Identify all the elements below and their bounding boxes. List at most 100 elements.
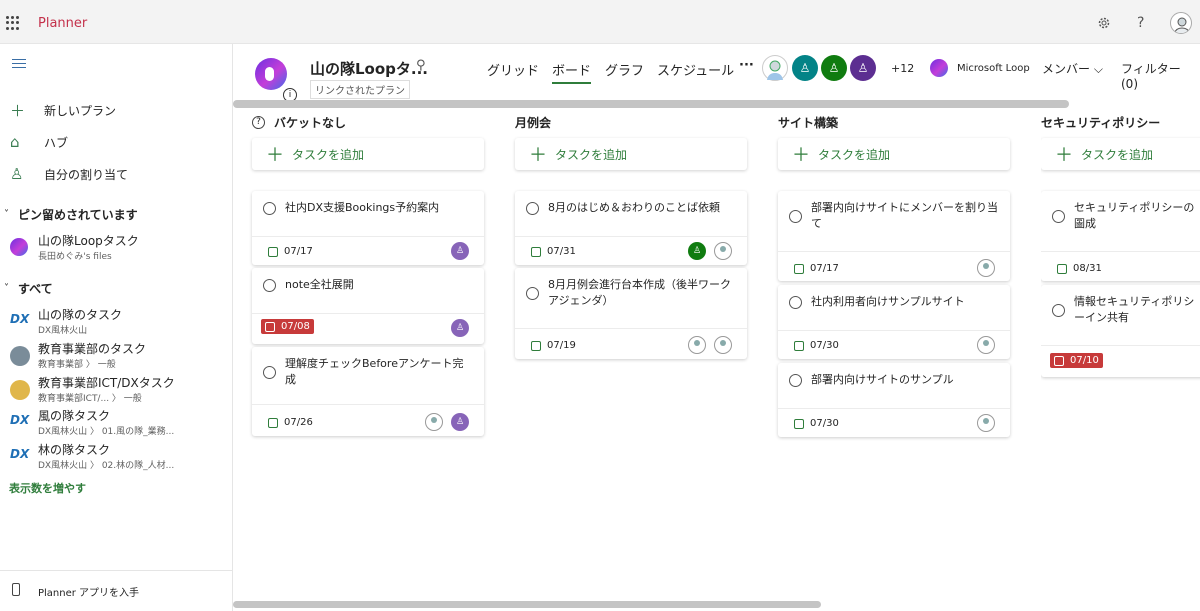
complete-checkbox[interactable]	[263, 366, 276, 379]
add-task-button[interactable]: ＋タスクを追加	[778, 138, 1010, 170]
sidebar-item-hub[interactable]: ⌂ ハブ	[10, 132, 68, 152]
plus-icon: ＋	[10, 101, 26, 120]
sidebar-item-my-assignments[interactable]: ♙ 自分の割り当て	[10, 164, 128, 184]
filter-button[interactable]: フィルター (0)	[1121, 60, 1200, 91]
hamburger-menu-icon[interactable]	[12, 59, 26, 71]
tab-chart[interactable]: グラフ	[605, 60, 644, 79]
complete-checkbox[interactable]	[526, 287, 539, 300]
sidebar-plan[interactable]: 教育事業部ICT/DXタスク 教育事業部ICT/... 〉 一般	[10, 374, 230, 404]
task-title: 8月のはじめ＆おわりのことば依頼	[548, 201, 720, 214]
dx-icon: DX	[10, 447, 30, 461]
member-avatar[interactable]	[762, 55, 788, 81]
member-avatar[interactable]: ♙	[792, 55, 818, 81]
task-card[interactable]: 8月月例会進行台本作成（後半ワークアジェンダ） 07/19	[515, 268, 747, 359]
assignee-avatar[interactable]: ♙	[451, 319, 469, 337]
complete-checkbox[interactable]	[1052, 304, 1065, 317]
assignee-avatar[interactable]	[714, 242, 732, 260]
sidebar-item-new-plan[interactable]: ＋ 新しいプラン	[10, 100, 116, 120]
task-title: 社内利用者向けサンプルサイト	[811, 295, 965, 308]
task-card[interactable]: 部署内向けサイトのサンプル 07/30	[778, 363, 1010, 437]
avatar-icon	[10, 346, 30, 366]
task-title: 部署内向けサイトのサンプル	[811, 373, 954, 386]
complete-checkbox[interactable]	[789, 210, 802, 223]
calendar-icon	[794, 340, 804, 351]
sidebar: ＋ 新しいプラン ⌂ ハブ ♙ 自分の割り当て ˅ ピン留めされています 山の隊…	[0, 44, 233, 611]
task-card[interactable]: 社内DX支援Bookings予約案内 07/17 ♙	[252, 191, 484, 265]
plan-title[interactable]: 山の隊Loopタ...	[310, 58, 428, 79]
assignee-avatar[interactable]: ♙	[451, 242, 469, 260]
assignee-avatar[interactable]: ♙	[688, 242, 706, 260]
plus-icon: ＋	[1055, 145, 1073, 166]
tab-board[interactable]: ボード	[552, 60, 592, 84]
complete-checkbox[interactable]	[789, 296, 802, 309]
due-date: 07/31	[527, 244, 580, 259]
task-card[interactable]: 理解度チェックBeforeアンケート完成 07/26 ♙	[252, 347, 484, 436]
complete-checkbox[interactable]	[263, 279, 276, 292]
avatar-icon	[10, 380, 30, 400]
bucket-column: ? バケットなし ＋タスクを追加 社内DX支援Bookings予約案内 07/17…	[252, 113, 484, 436]
add-task-button[interactable]: ＋タスクを追加	[252, 138, 484, 170]
pinned-section-header[interactable]: ˅ ピン留めされています	[4, 206, 138, 223]
app-launcher-icon[interactable]	[6, 16, 20, 30]
bucket-header[interactable]: 月例会	[515, 113, 747, 131]
assignee-avatar[interactable]	[688, 336, 706, 354]
assignee-avatar[interactable]	[977, 259, 995, 277]
dx-icon: DX	[10, 413, 30, 427]
tab-grid[interactable]: グリッド	[487, 60, 539, 79]
complete-checkbox[interactable]	[789, 374, 802, 387]
bucket-header[interactable]: サイト構築	[778, 113, 1010, 131]
help-icon[interactable]: ?	[1137, 15, 1144, 31]
bucket-header[interactable]: セキュリティポリシー	[1041, 113, 1200, 131]
assignee-avatar[interactable]: ♙	[451, 413, 469, 431]
member-count[interactable]: +12	[891, 62, 914, 75]
complete-checkbox[interactable]	[263, 202, 276, 215]
top-bar: Planner ?	[0, 0, 1200, 44]
more-tabs-icon[interactable]: ···	[739, 58, 754, 73]
task-card[interactable]: 8月のはじめ＆おわりのことば依頼 07/31 ♙	[515, 191, 747, 265]
sidebar-plan[interactable]: 教育事業部のタスク 教育事業部 〉 一般	[10, 340, 230, 370]
assignee-avatar[interactable]	[977, 414, 995, 432]
due-date: 07/26	[264, 415, 317, 430]
task-card[interactable]: note全社展開 07/08 ♙	[252, 268, 484, 344]
sidebar-plan[interactable]: DX 風の隊タスク DX風林火山 〉 01.風の隊_業務...	[10, 407, 230, 437]
calendar-icon	[1054, 355, 1064, 366]
due-date: 07/19	[527, 338, 580, 353]
task-card[interactable]: 情報セキュリティポリシーイン共有 07/10	[1041, 285, 1200, 377]
microsoft-loop-link[interactable]: Microsoft Loop	[957, 63, 1030, 74]
show-more-link[interactable]: 表示数を増やす	[9, 480, 86, 496]
all-section-header[interactable]: ˅ すべて	[4, 280, 53, 297]
task-title: 部署内向けサイトにメンバーを割り当て	[811, 201, 998, 230]
complete-checkbox[interactable]	[526, 202, 539, 215]
horizontal-scrollbar[interactable]	[233, 100, 1069, 108]
member-avatar[interactable]: ♙	[850, 55, 876, 81]
person-icon: ♙	[10, 165, 24, 183]
member-avatar[interactable]: ♙	[821, 55, 847, 81]
bucket-header[interactable]: ? バケットなし	[252, 113, 484, 131]
home-icon: ⌂	[10, 133, 20, 151]
gear-icon[interactable]	[1097, 16, 1111, 30]
get-app-link[interactable]: Planner アプリを入手	[0, 570, 233, 611]
app-name[interactable]: Planner	[38, 16, 87, 31]
plan-loop-icon	[255, 58, 287, 90]
task-card[interactable]: 部署内向けサイトにメンバーを割り当て 07/17	[778, 191, 1010, 281]
chevron-down-icon: ˅	[4, 283, 9, 294]
add-task-button[interactable]: ＋タスクを追加	[1041, 138, 1200, 170]
assignee-avatar[interactable]	[425, 413, 443, 431]
bucket-column: サイト構築 ＋タスクを追加 部署内向けサイトにメンバーを割り当て 07/17 社…	[778, 113, 1010, 437]
tab-schedule[interactable]: スケジュール	[657, 60, 734, 79]
board-horizontal-scrollbar[interactable]	[233, 601, 821, 608]
pin-icon[interactable]: ⚲	[416, 58, 426, 73]
task-card[interactable]: セキュリティポリシーの圖成 08/31	[1041, 191, 1200, 281]
sidebar-plan[interactable]: DX 山の隊のタスク DX風林火山	[10, 306, 230, 336]
user-avatar[interactable]	[1170, 12, 1192, 34]
assignee-avatar[interactable]	[977, 336, 995, 354]
sidebar-plan[interactable]: DX 林の隊タスク DX風林火山 〉 02.林の隊_人材...	[10, 441, 230, 471]
due-date-overdue: 07/08	[261, 319, 314, 334]
assignee-avatar[interactable]	[714, 336, 732, 354]
members-button[interactable]: メンバー ⌵	[1042, 60, 1103, 77]
complete-checkbox[interactable]	[1052, 210, 1065, 223]
sidebar-plan-pinned[interactable]: 山の隊Loopタスク 長田めぐみ's files	[10, 232, 230, 262]
task-title: セキュリティポリシーの圖成	[1074, 201, 1195, 230]
task-card[interactable]: 社内利用者向けサンプルサイト 07/30	[778, 285, 1010, 359]
add-task-button[interactable]: ＋タスクを追加	[515, 138, 747, 170]
